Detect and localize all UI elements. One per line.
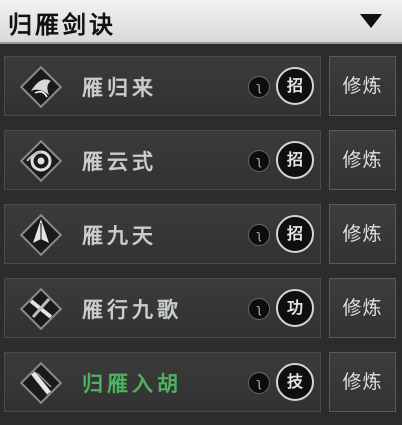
train-button[interactable]: 修炼 [329, 352, 396, 412]
train-button[interactable]: 修炼 [329, 204, 396, 264]
train-button[interactable]: 修炼 [329, 56, 396, 116]
cloud-swirl-skill-icon [19, 139, 63, 183]
skill-type-badge: 功 [276, 289, 314, 327]
info-icon[interactable]: ʅ [248, 76, 270, 98]
info-icon[interactable]: ʅ [248, 224, 270, 246]
skill-row: 雁归来 ʅ 招 修炼 [0, 52, 402, 126]
diagonal-blade-skill-icon [19, 361, 63, 405]
skill-row: 雁云式 ʅ 招 修炼 [0, 126, 402, 200]
skill-card[interactable]: 雁行九歌 ʅ 功 [4, 278, 321, 338]
skill-type-badge: 技 [276, 363, 314, 401]
skill-type-badge: 招 [276, 67, 314, 105]
skill-name: 雁云式 [82, 150, 157, 174]
wing-blade-skill-icon [19, 213, 63, 257]
train-button[interactable]: 修炼 [329, 278, 396, 338]
skill-card[interactable]: 雁云式 ʅ 招 [4, 130, 321, 190]
skill-row: 雁行九歌 ʅ 功 修炼 [0, 274, 402, 348]
skill-name: 雁行九歌 [82, 298, 182, 322]
skill-card[interactable]: 雁归来 ʅ 招 [4, 56, 321, 116]
info-icon[interactable]: ʅ [248, 298, 270, 320]
skill-name: 归雁入胡 [82, 372, 182, 396]
skill-type-badge: 招 [276, 141, 314, 179]
skill-row: 归雁入胡 ʅ 技 修炼 [0, 348, 402, 422]
train-button[interactable]: 修炼 [329, 130, 396, 190]
skill-card[interactable]: 雁九天 ʅ 招 [4, 204, 321, 264]
skill-card[interactable]: 归雁入胡 ʅ 技 [4, 352, 321, 412]
skill-book-title: 归雁剑诀 [8, 11, 116, 39]
dropdown-toggle[interactable] [360, 10, 384, 32]
crossed-blades-skill-icon [19, 287, 63, 331]
skill-name: 雁归来 [82, 76, 157, 100]
info-icon[interactable]: ʅ [248, 372, 270, 394]
info-icon[interactable]: ʅ [248, 150, 270, 172]
skill-list: 雁归来 ʅ 招 修炼 雁云式 ʅ 招 修炼 雁九天 ʅ 招 修炼 雁行九歌 ʅ … [0, 52, 402, 422]
skill-name: 雁九天 [82, 224, 157, 248]
triangle-down-icon [360, 14, 382, 28]
skill-book-header: 归雁剑诀 [0, 0, 402, 44]
skill-row: 雁九天 ʅ 招 修炼 [0, 200, 402, 274]
skill-type-badge: 招 [276, 215, 314, 253]
goose-return-skill-icon [19, 65, 63, 109]
